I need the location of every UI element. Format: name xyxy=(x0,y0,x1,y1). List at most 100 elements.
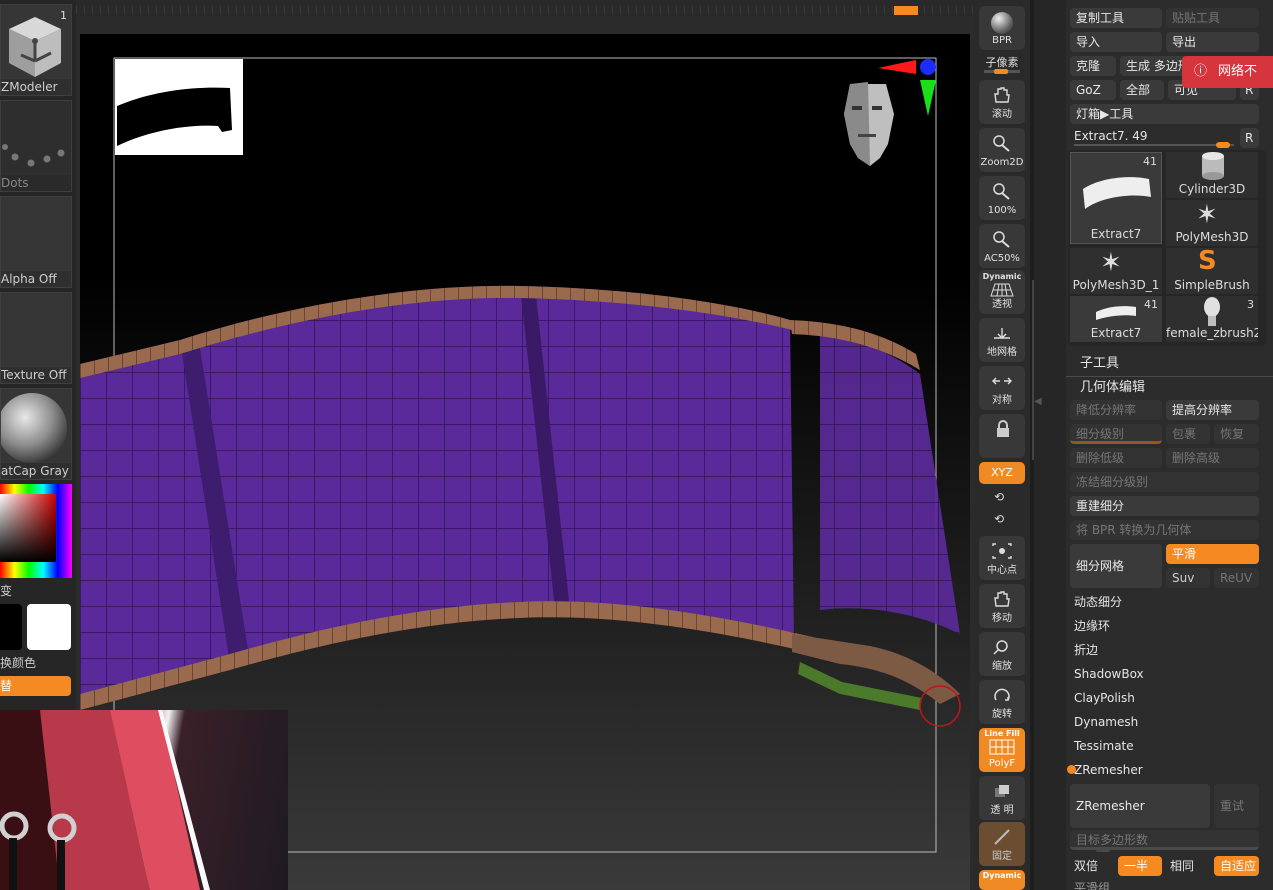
zremesher-retry-button[interactable]: 重试 xyxy=(1214,784,1259,828)
zremesher-section[interactable]: ZRemesher xyxy=(1070,760,1143,780)
extract-mesh-icon xyxy=(1083,177,1151,209)
reconstruct-subdiv-button[interactable]: 重建细分 xyxy=(1070,496,1259,516)
import-button[interactable]: 导入 xyxy=(1070,32,1162,52)
orange-toggle[interactable]: 替 xyxy=(0,676,71,696)
timeline-marker[interactable] xyxy=(894,6,918,15)
tool-item-polymesh3d[interactable]: ✶ PolyMesh3D xyxy=(1166,200,1258,246)
higher-res-button[interactable]: 提高分辨率 xyxy=(1166,400,1259,420)
restore-button[interactable]: 恢复 xyxy=(1214,424,1259,444)
material-label: atCap Gray xyxy=(1,463,71,479)
network-notice[interactable]: ⓘ 网络不 xyxy=(1182,56,1273,88)
color-saturation-square[interactable] xyxy=(0,494,56,562)
bpr-to-geometry-button[interactable]: 将 BPR 转换为几何体 xyxy=(1070,520,1259,540)
material-slot[interactable]: atCap Gray xyxy=(0,388,72,480)
tool-item-extract7-active[interactable]: 41 Extract7 xyxy=(1070,152,1162,244)
color-picker[interactable] xyxy=(0,484,72,578)
zoom2d-button[interactable]: Zoom2D xyxy=(979,128,1025,172)
ghost-button[interactable]: 固定 xyxy=(979,822,1025,866)
double-toggle[interactable]: 双倍 xyxy=(1070,856,1098,876)
subtool-header[interactable]: 子工具 xyxy=(1076,354,1119,374)
same-toggle[interactable]: 相同 xyxy=(1166,856,1194,876)
smooth-toggle[interactable]: 平滑 xyxy=(1166,544,1259,564)
zmodeler-brush-slot[interactable]: 1 ZModeler xyxy=(0,4,72,96)
subpixel-slider-handle[interactable] xyxy=(994,69,1008,74)
edge-loop-section[interactable]: 边缘环 xyxy=(1070,616,1110,636)
scroll-button[interactable]: 滚动 xyxy=(979,80,1025,124)
sdiv-slider[interactable]: 细分级别 xyxy=(1070,424,1162,444)
geometry-header[interactable]: 几何体编辑 xyxy=(1076,378,1145,398)
target-polycount-handle[interactable] xyxy=(1096,848,1110,852)
delete-lower-button[interactable]: 删除低级 xyxy=(1070,448,1162,468)
frame-button[interactable]: 中心点 xyxy=(979,536,1025,580)
lightbox-tool-button[interactable]: 灯箱▶工具 xyxy=(1070,104,1259,124)
rotate-view-button[interactable]: 旋转 xyxy=(979,680,1025,724)
smooth-group-label[interactable]: 平滑组 xyxy=(1070,878,1110,890)
freeze-subdiv-button[interactable]: 冻结细分级别 xyxy=(1070,472,1259,492)
lock-camera-button[interactable] xyxy=(979,414,1025,458)
transparency-button[interactable]: 透 明 xyxy=(979,776,1025,820)
texture-slot[interactable]: Texture Off xyxy=(0,292,72,384)
dynamesh-section[interactable]: Dynamesh xyxy=(1070,712,1138,732)
half-toggle[interactable]: 一半 xyxy=(1118,856,1162,876)
transparency-icon xyxy=(995,785,1009,797)
dynamic-solo-button[interactable]: Dynamic xyxy=(979,870,1025,890)
export-button[interactable]: 导出 xyxy=(1166,32,1259,52)
target-polycount-slider[interactable]: 目标多边形数 xyxy=(1070,830,1259,850)
zoom-icon xyxy=(993,135,1010,152)
stroke-label: Dots xyxy=(1,175,71,191)
shadowbox-section[interactable]: ShadowBox xyxy=(1070,664,1144,684)
symmetry-button[interactable]: 对称 xyxy=(979,366,1025,410)
subpixel-slider[interactable] xyxy=(984,69,1020,74)
polyframe-button[interactable]: Line Fill PolyF xyxy=(979,728,1025,772)
tessimate-section[interactable]: Tessimate xyxy=(1070,736,1134,756)
suv-toggle[interactable]: Suv xyxy=(1166,568,1210,588)
divide-button[interactable]: 细分网格 xyxy=(1070,544,1162,588)
tool-item-polymesh3d-1[interactable]: ✶ PolyMesh3D_1 xyxy=(1070,248,1162,294)
move-view-button[interactable]: 移动 xyxy=(979,584,1025,628)
main-color-swatch[interactable] xyxy=(0,604,22,650)
gizmo-z-axis[interactable] xyxy=(920,59,936,75)
ac50-button[interactable]: AC50% xyxy=(979,224,1025,268)
lower-res-button[interactable]: 降低分辨率 xyxy=(1070,400,1162,420)
tool-slider[interactable] xyxy=(1074,142,1234,148)
brush-count: 1 xyxy=(60,9,67,22)
secondary-color-swatch[interactable] xyxy=(27,604,71,650)
tool-item-extract7[interactable]: 41 Extract7 xyxy=(1070,296,1162,342)
adaptive-toggle[interactable]: 自适应 xyxy=(1214,856,1259,876)
perspective-button[interactable]: Dynamic 透视 xyxy=(979,270,1025,314)
goz-button[interactable]: GoZ xyxy=(1070,80,1116,100)
clone-button[interactable]: 克隆 xyxy=(1070,56,1116,76)
stroke-slot[interactable]: Dots xyxy=(0,100,72,192)
tool-r-button[interactable]: R xyxy=(1240,128,1259,148)
goz-all-button[interactable]: 全部 xyxy=(1120,80,1164,100)
rotate-icon xyxy=(994,688,1010,701)
claypolish-section[interactable]: ClayPolish xyxy=(1070,688,1135,708)
zremesher-button[interactable]: ZRemesher xyxy=(1070,784,1210,828)
tool-item-simplebrush[interactable]: S SimpleBrush xyxy=(1166,248,1258,294)
copy-tool-button[interactable]: 复制工具 xyxy=(1070,8,1162,28)
paste-tool-button[interactable]: 贴贴工具 xyxy=(1166,8,1259,28)
bpr-button[interactable]: BPR xyxy=(979,6,1025,50)
scale-view-button[interactable]: 缩放 xyxy=(979,632,1025,676)
scroll-track[interactable] xyxy=(1032,280,1034,460)
floor-button[interactable]: 地网格 xyxy=(979,318,1025,362)
tool-item-cylinder[interactable]: Cylinder3D xyxy=(1166,152,1258,198)
y-rotation-icon[interactable]: ⟲ xyxy=(994,490,1004,504)
crease-section[interactable]: 折边 xyxy=(1070,640,1098,660)
swap-color-label[interactable]: 换颜色 xyxy=(0,654,72,670)
zmodeler-cube-icon xyxy=(9,17,61,77)
delete-higher-button[interactable]: 删除高级 xyxy=(1166,448,1259,468)
actual-size-button[interactable]: 100% xyxy=(979,176,1025,220)
z-rotation-icon[interactable]: ⟲ xyxy=(994,512,1004,526)
xyz-rotation-button[interactable]: XYZ xyxy=(979,462,1025,484)
tool-item-female-zbrush[interactable]: 3 female_zbrush2_ xyxy=(1166,296,1258,342)
tool-slider-handle[interactable] xyxy=(1216,142,1230,148)
right-toolbar: BPR 子像素 滚动 Zoom2D 100% AC50% Dynamic 透视 … xyxy=(974,0,1030,890)
dynamic-subdiv-section[interactable]: 动态细分 xyxy=(1070,592,1122,612)
reuv-toggle[interactable]: ReUV xyxy=(1214,568,1259,588)
reference-image xyxy=(0,710,288,890)
zoom-actual-icon xyxy=(993,183,1010,200)
cage-button[interactable]: 包裹 xyxy=(1166,424,1210,444)
alpha-slot[interactable]: Alpha Off xyxy=(0,196,72,288)
collapse-arrow-icon[interactable]: ◀ xyxy=(1034,396,1042,407)
